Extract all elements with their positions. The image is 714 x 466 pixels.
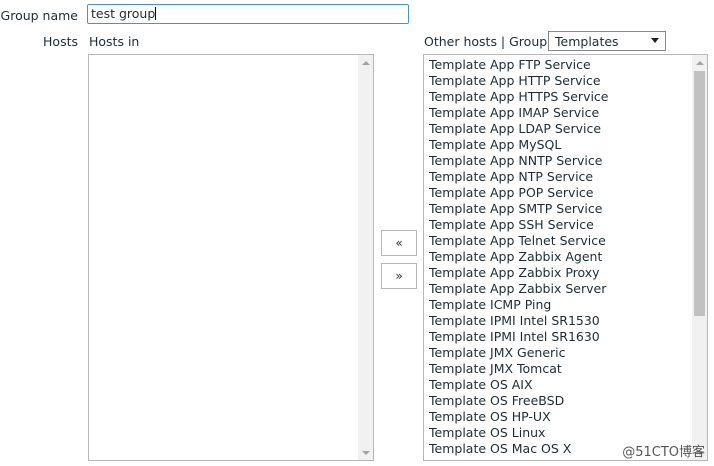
other-hosts-option[interactable]: Template App FTP Service <box>429 57 591 73</box>
group-name-value: test group <box>91 6 156 21</box>
other-hosts-option[interactable]: Template IPMI Intel SR1630 <box>429 329 600 345</box>
scroll-down-arrow-icon[interactable] <box>358 445 373 460</box>
other-hosts-option[interactable]: Template OS Linux <box>429 425 545 441</box>
hosts-label: Hosts <box>43 34 78 49</box>
other-hosts-option[interactable]: Template App IMAP Service <box>429 105 599 121</box>
other-hosts-option[interactable]: Template App MySQL <box>429 137 561 153</box>
other-hosts-option[interactable]: Template App SMTP Service <box>429 201 602 217</box>
watermark-text: @51CTO博客 <box>622 445 705 460</box>
other-hosts-listbox[interactable]: Template App FTP Service Template App HTT… <box>423 54 708 461</box>
other-hosts-option[interactable]: Template ICMP Ping <box>429 297 551 313</box>
move-right-button[interactable]: » <box>381 263 417 289</box>
other-hosts-option[interactable]: Template App HTTPS Service <box>429 89 609 105</box>
other-hosts-option[interactable]: Template OS FreeBSD <box>429 393 564 409</box>
other-hosts-option[interactable]: Template App Zabbix Proxy <box>429 265 600 281</box>
other-hosts-option[interactable]: Template OS HP-UX <box>429 409 551 425</box>
other-hosts-option[interactable]: Template IPMI Intel SR1530 <box>429 313 600 329</box>
hosts-in-scrollbar[interactable] <box>358 55 373 460</box>
other-hosts-option[interactable]: Template App SSH Service <box>429 217 594 233</box>
other-hosts-scrollbar[interactable] <box>692 55 707 460</box>
other-hosts-option[interactable]: Template App NNTP Service <box>429 153 602 169</box>
group-name-label: Group name <box>0 8 78 23</box>
group-select-value: Templates <box>555 34 619 49</box>
other-hosts-option[interactable]: Template App HTTP Service <box>429 73 601 89</box>
move-left-button[interactable]: « <box>381 230 417 256</box>
other-hosts-option[interactable]: Template OS Mac OS X <box>429 441 571 457</box>
chevron-down-icon <box>651 38 659 43</box>
group-name-input[interactable]: test group <box>87 4 409 24</box>
group-select[interactable]: Templates <box>548 31 666 51</box>
scroll-up-arrow-icon[interactable] <box>692 55 707 70</box>
other-hosts-option[interactable]: Template OS AIX <box>429 377 533 393</box>
other-hosts-option[interactable]: Template App NTP Service <box>429 169 593 185</box>
other-hosts-option[interactable]: Template App POP Service <box>429 185 594 201</box>
other-hosts-option[interactable]: Template App LDAP Service <box>429 121 601 137</box>
other-hosts-option[interactable]: Template JMX Generic <box>429 345 566 361</box>
scrollbar-thumb[interactable] <box>694 71 705 316</box>
other-hosts-option[interactable]: Template App Zabbix Server <box>429 281 606 297</box>
hosts-in-label: Hosts in <box>89 34 140 49</box>
other-hosts-option[interactable]: Template App Telnet Service <box>429 233 606 249</box>
text-caret <box>155 7 157 20</box>
hosts-in-listbox[interactable] <box>88 54 374 461</box>
other-hosts-label: Other hosts | Group <box>424 34 548 49</box>
other-hosts-option[interactable]: Template JMX Tomcat <box>429 361 562 377</box>
scroll-up-arrow-icon[interactable] <box>358 55 373 70</box>
other-hosts-option[interactable]: Template App Zabbix Agent <box>429 249 602 265</box>
